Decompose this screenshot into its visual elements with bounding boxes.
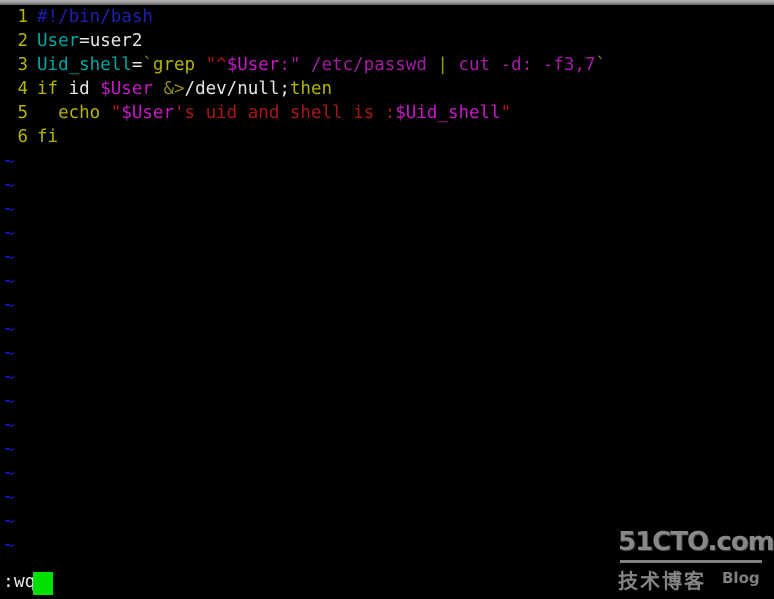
line-number: 5	[17, 103, 28, 123]
code-token: $User	[226, 55, 280, 75]
watermark-divider	[620, 560, 762, 563]
line-number: 3	[17, 55, 28, 75]
code-token: =	[131, 55, 143, 75]
tilde-marker: ~	[4, 440, 15, 460]
tilde-marker: ~	[4, 272, 15, 292]
line-number: 6	[17, 127, 28, 147]
code-token: 's uid and shell is :	[174, 103, 396, 123]
line-number: 1	[17, 7, 28, 27]
code-token: "	[110, 103, 122, 123]
code-token: echo	[58, 103, 111, 123]
code-token: $User	[100, 79, 153, 99]
tilde-marker: ~	[4, 152, 15, 172]
line-number: 4	[17, 79, 28, 99]
code-text: Uid_shell=`grep "^$User:" /etc/passwd | …	[37, 53, 606, 77]
tilde-marker: ~	[4, 344, 15, 364]
tilde-marker: ~	[4, 296, 15, 316]
tilde-marker: ~	[4, 248, 15, 268]
code-token: =user2	[79, 31, 143, 51]
tilde-marker: ~	[4, 200, 15, 220]
code-token: $Uid_shell	[395, 103, 501, 123]
tilde-marker: ~	[4, 224, 15, 244]
code-token: /etc/passwd	[300, 55, 438, 75]
code-token: :"	[279, 55, 301, 75]
code-token: then	[289, 79, 333, 99]
code-text: if id $User &>/dev/null;then	[37, 77, 332, 101]
code-line: 2 User=user2	[0, 29, 774, 53]
text-cursor	[33, 572, 53, 595]
code-token: &>	[163, 79, 185, 99]
tilde-marker: ~	[4, 368, 15, 388]
tilde-marker: ~	[4, 416, 15, 436]
code-token: `	[142, 55, 153, 75]
tilde-marker: ~	[4, 320, 15, 340]
vim-command-text: :wq	[3, 571, 36, 592]
code-token: User	[37, 31, 80, 51]
vim-status-line[interactable]: :wq	[0, 565, 774, 599]
code-text: #!/bin/bash	[37, 5, 153, 29]
tilde-marker: ~	[4, 488, 15, 508]
tilde-marker: ~	[4, 536, 15, 556]
code-token: fi	[37, 127, 59, 147]
code-text: User=user2	[37, 29, 142, 53]
tilde-marker: ~	[4, 512, 15, 532]
code-text: echo "$User's uid and shell is :$Uid_she…	[37, 101, 511, 125]
code-token: "^	[205, 55, 227, 75]
code-token: |	[437, 55, 448, 75]
tilde-marker: ~	[4, 176, 15, 196]
code-line: 4 if id $User &>/dev/null;then	[0, 77, 774, 101]
line-number: 2	[17, 31, 28, 51]
terminal-screen: 1 #!/bin/bash 2 User=user2 3 Uid_shell=`grep …	[0, 0, 774, 599]
code-line: 1 #!/bin/bash	[0, 5, 774, 29]
tilde-marker: ~	[4, 392, 15, 412]
code-token: /dev/null;	[184, 79, 290, 99]
code-line: 5 echo "$User's uid and shell is :$Uid_s…	[0, 101, 774, 125]
code-line: 3 Uid_shell=`grep "^$User:" /etc/passwd |…	[0, 53, 774, 77]
code-text: fi	[37, 125, 58, 149]
code-token: #!/bin/bash	[37, 7, 153, 27]
code-line: 6 fi	[0, 125, 774, 149]
code-token: "	[500, 103, 512, 123]
code-token: grep	[152, 55, 206, 75]
code-token: Uid_shell	[37, 55, 132, 75]
vim-editor-buffer[interactable]: 1 #!/bin/bash 2 User=user2 3 Uid_shell=`grep …	[0, 5, 774, 556]
code-token: `	[595, 55, 607, 75]
tilde-marker: ~	[4, 464, 15, 484]
code-token: $User	[121, 103, 174, 123]
code-token: cut -d: -f3,7	[447, 55, 596, 75]
code-token: if	[37, 79, 69, 99]
code-token: id	[68, 79, 101, 99]
